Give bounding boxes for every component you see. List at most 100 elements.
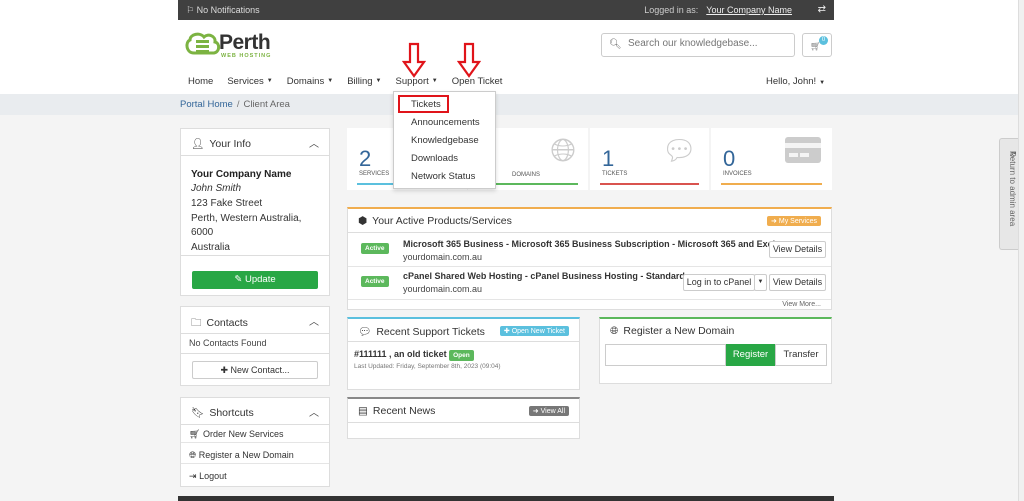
caret-down-icon: ▼ — [757, 279, 764, 285]
notifications-link[interactable]: ⚐ No Notifications — [186, 5, 260, 16]
nav-open-ticket[interactable]: Open Ticket — [452, 76, 503, 90]
logo-tagline: WEB HOSTING — [221, 53, 272, 59]
cpanel-login-button[interactable]: Log in to cPanel — [683, 274, 755, 291]
globe-icon: 🌐︎ — [610, 325, 619, 337]
my-services-button[interactable]: ➜ My Services — [767, 216, 821, 226]
globe-icon: 🌐︎ — [550, 132, 576, 168]
open-new-ticket-label: Open New Ticket — [511, 328, 565, 335]
nav-billing[interactable]: Billing ▼ — [347, 76, 381, 90]
dropdown-item-network-status[interactable]: Network Status — [411, 171, 475, 182]
shortcut-order-services[interactable]: 🛒︎ Order New Services — [189, 429, 283, 440]
open-new-ticket-button[interactable]: ✚ Open New Ticket — [499, 326, 569, 336]
address-line: 123 Fake Street — [191, 198, 263, 209]
return-to-admin-tab[interactable]: ↻ Return to admin area — [999, 138, 1018, 250]
logout-icon: ⇥ — [189, 471, 197, 481]
shortcuts-header[interactable]: 🔖︎ Shortcuts ︿ — [181, 398, 329, 425]
product-domain: yourdomain.com.au — [403, 284, 483, 294]
cart-button[interactable]: 🛒︎ 0 — [802, 33, 832, 57]
stat-underline — [721, 183, 822, 185]
view-all-news-button[interactable]: ➜ View All — [528, 406, 569, 416]
knowledgebase-search[interactable]: 🔍︎ — [601, 33, 795, 57]
stat-tickets-value: 1 — [602, 146, 615, 171]
nav-home[interactable]: Home — [188, 76, 213, 90]
ticket-title: #111111 , an old ticket — [354, 349, 447, 359]
dropdown-item-knowledgebase[interactable]: Knowledgebase — [411, 135, 479, 146]
top-notification-bar: ⚐ No Notifications Logged in as: Your Com… — [178, 0, 834, 20]
bookmark-icon: 🔖︎ — [191, 407, 205, 419]
nav-support[interactable]: Support ▼ — [396, 76, 438, 90]
update-button[interactable]: ✎ Update — [192, 271, 318, 289]
nav-billing-label: Billing — [347, 76, 373, 87]
info-address: 123 Fake Street Perth, Western Australia… — [191, 197, 301, 255]
view-more-link[interactable]: View More... — [782, 301, 821, 308]
stat-invoices-label: INVOICES — [723, 171, 752, 177]
product-row[interactable]: Active Microsoft 365 Business - Microsof… — [348, 233, 831, 265]
nav-domains[interactable]: Domains ▼ — [287, 76, 333, 90]
tickets-title: Recent Support Tickets — [376, 326, 485, 338]
dropdown-item-downloads[interactable]: Downloads — [411, 153, 458, 164]
browser-scrollbar[interactable] — [1018, 0, 1024, 501]
view-details-button[interactable]: View Details — [769, 241, 826, 258]
contacts-header[interactable]: 🗀 Contacts ︿ — [181, 307, 329, 334]
cart-count-badge: 0 — [819, 36, 828, 45]
caret-down-icon: ▼ — [819, 80, 826, 86]
status-badge: Active — [361, 276, 389, 287]
nav-services[interactable]: Services ▼ — [227, 76, 272, 90]
register-button[interactable]: Register — [726, 344, 775, 366]
chevron-up-icon[interactable]: ︿ — [309, 404, 319, 419]
switch-account-icon[interactable]: ⇄ — [818, 4, 826, 15]
shortcut-register-domain[interactable]: 🌐︎ Register a New Domain — [189, 450, 294, 461]
ticket-item[interactable]: #111111 , an old ticket Open — [354, 349, 474, 361]
plus-icon: ✚ — [220, 365, 228, 375]
divider — [181, 463, 329, 464]
globe-icon: 🌐︎ — [189, 450, 197, 460]
active-products-panel: ⬢ Your Active Products/Services ➜ My Serv… — [347, 207, 832, 310]
stat-tickets[interactable]: 1 TICKETS 💬︎ — [590, 128, 709, 190]
cart-icon: 🛒︎ — [189, 429, 201, 439]
nav-domains-label: Domains — [286, 76, 325, 87]
breadcrumb: Portal Home / Client Area — [180, 99, 290, 110]
logged-in-label: Logged in as: — [644, 5, 699, 15]
register-domain-title: Register a New Domain — [623, 325, 735, 337]
main-navigation: Home Services ▼ Domains ▼ Billing ▼ Support… — [188, 76, 516, 90]
new-contact-label: New Contact... — [230, 365, 290, 375]
stat-invoices[interactable]: 0 INVOICES — [711, 128, 832, 190]
nav-services-label: Services — [227, 76, 264, 87]
return-to-admin-text: Return to admin area — [1008, 151, 1017, 227]
chevron-up-icon[interactable]: ︿ — [309, 135, 319, 150]
product-row[interactable]: Active cPanel Shared Web Hosting - cPane… — [348, 267, 831, 299]
recent-news-panel: ▤ Recent News ➜ View All — [347, 397, 580, 439]
search-input[interactable] — [628, 38, 788, 49]
your-info-header[interactable]: 👤︎ Your Info ︿ — [181, 129, 329, 156]
arrow-right-icon: ➜ — [532, 408, 539, 415]
news-title: Recent News — [372, 405, 436, 417]
bottom-bar — [178, 496, 834, 501]
info-company: Your Company Name — [191, 169, 292, 180]
stat-domains-label: DOMAINS — [512, 172, 541, 178]
shortcut-label: Logout — [199, 471, 227, 481]
your-info-panel: 👤︎ Your Info ︿ Your Company Name John Smit… — [180, 128, 330, 296]
caret-down-icon: ▼ — [327, 78, 334, 85]
new-contact-button[interactable]: ✚ New Contact... — [192, 361, 318, 379]
shortcut-logout[interactable]: ⇥ Logout — [189, 471, 227, 482]
shortcut-label: Order New Services — [202, 429, 284, 439]
recent-tickets-panel: 💬︎ Recent Support Tickets ✚ Open New Tick… — [347, 317, 580, 390]
chevron-up-icon[interactable]: ︿ — [309, 313, 319, 328]
product-domain: yourdomain.com.au — [403, 252, 483, 262]
register-domain-header: 🌐︎ Register a New Domain — [600, 319, 831, 342]
product-name: cPanel Shared Web Hosting - cPanel Busin… — [403, 271, 695, 281]
dropdown-item-announcements[interactable]: Announcements — [411, 117, 480, 128]
my-services-label: My Services — [778, 218, 817, 225]
company-link[interactable]: Your Company Name — [706, 5, 792, 15]
breadcrumb-separator: / — [236, 99, 240, 110]
transfer-button[interactable]: Transfer — [775, 344, 827, 366]
domain-input[interactable] — [605, 344, 726, 366]
user-menu[interactable]: Hello, John! ▼ — [766, 76, 825, 87]
cpanel-options-caret[interactable]: ▼ — [754, 274, 767, 291]
info-name: John Smith — [191, 183, 242, 194]
breadcrumb-home[interactable]: Portal Home — [180, 99, 233, 110]
stat-services-label: SERVICES — [359, 171, 390, 177]
contacts-title: Contacts — [206, 317, 248, 329]
view-details-button[interactable]: View Details — [769, 274, 826, 291]
contacts-panel: 🗀 Contacts ︿ No Contacts Found ✚ New Conta… — [180, 306, 330, 386]
